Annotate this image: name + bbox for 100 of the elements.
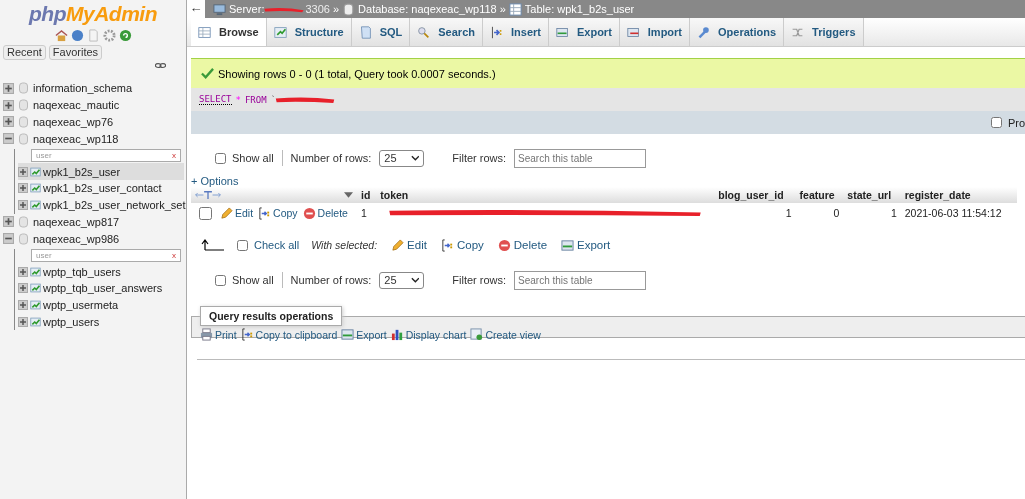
table-item[interactable]: wpk1_b2s_user_contact <box>18 180 184 197</box>
clear-button[interactable]: x <box>172 251 176 261</box>
delete-link[interactable]: Delete <box>302 206 348 220</box>
checkbox[interactable] <box>199 206 212 220</box>
table-item[interactable]: wptp_tqb_users <box>18 263 184 280</box>
table-name[interactable]: wptp_users <box>43 315 100 328</box>
sql-icon <box>358 25 372 39</box>
table-item[interactable]: wpk1_b2s_user_network_set <box>18 196 186 214</box>
delete-link[interactable]: Delete <box>497 238 548 252</box>
expand-icon[interactable] <box>18 183 28 194</box>
rows-select[interactable]: 25 <box>379 271 425 289</box>
table-name[interactable]: wpk1_b2s_user_contact <box>43 182 162 195</box>
sidebar-tab[interactable]: Favorites <box>48 45 103 60</box>
export-icon <box>341 328 355 341</box>
copy-link[interactable]: Copy to clipboard <box>240 328 338 341</box>
table-link[interactable]: Table: wpk1_b2s_user <box>524 3 635 15</box>
tab[interactable]: Operations <box>690 18 785 46</box>
check-icon <box>201 67 214 80</box>
expand-icon[interactable] <box>18 266 28 277</box>
arrow-icon <box>201 239 225 251</box>
tab[interactable]: Import <box>619 18 691 46</box>
table-item[interactable]: wptp_tqb_user_answers <box>18 279 184 297</box>
settings-icon[interactable] <box>102 29 116 42</box>
search-icon <box>417 25 431 39</box>
edit-link[interactable]: Edit <box>391 238 427 252</box>
expand-icon[interactable] <box>3 82 14 94</box>
copy-link[interactable]: Copy <box>440 238 484 252</box>
tab[interactable]: Insert <box>483 18 549 46</box>
collapse-icon[interactable] <box>3 133 14 145</box>
options-link[interactable]: + Options <box>191 175 239 187</box>
database-item[interactable]: naqexeac_wp118 <box>33 132 119 145</box>
filter-field[interactable]: user x <box>31 149 181 163</box>
search-field[interactable]: Search this table <box>514 270 647 290</box>
table-name[interactable]: wpk1_b2s_user <box>43 165 121 178</box>
edit-link[interactable]: Edit <box>220 206 254 220</box>
sidebar-tab[interactable]: Recent <box>3 45 46 60</box>
column-header[interactable]: register_date <box>900 187 1017 203</box>
table-icon <box>30 182 41 195</box>
checkbox[interactable] <box>990 117 1002 128</box>
tab[interactable]: Structure <box>266 18 352 46</box>
display-chart-link[interactable]: Display chart <box>390 328 467 341</box>
clear-button[interactable]: x <box>172 151 176 161</box>
tab[interactable]: SQL <box>351 18 411 46</box>
tab[interactable]: Search <box>410 18 483 46</box>
rows-select[interactable]: 25 <box>379 149 425 167</box>
expand-icon[interactable] <box>3 99 14 111</box>
table-name[interactable]: wptp_tqb_users <box>43 265 121 278</box>
copy-icon <box>240 328 254 341</box>
tab[interactable]: Triggers <box>784 18 864 46</box>
table-item[interactable]: wptp_usermeta <box>18 296 184 314</box>
database-item[interactable]: naqexeac_mautic <box>33 99 120 112</box>
separator: » <box>499 3 506 15</box>
check-all-label[interactable]: Check all <box>254 239 300 251</box>
table-icon <box>30 199 41 212</box>
resize-arrows-icon[interactable] <box>195 190 221 200</box>
table-name[interactable]: wptp_tqb_user_answers <box>43 282 163 295</box>
database-item[interactable]: information_schema <box>33 82 133 95</box>
column-header[interactable]: id <box>357 187 377 203</box>
logo[interactable]: phpMyAdmin <box>0 0 186 27</box>
checkbox[interactable] <box>237 239 248 251</box>
export-link[interactable]: Export <box>561 238 611 252</box>
collapse-icon[interactable] <box>3 233 14 245</box>
database-item[interactable]: naqexeac_wp817 <box>33 215 120 228</box>
table-name[interactable]: wpk1_b2s_user_network_set <box>43 199 186 212</box>
home-icon[interactable] <box>54 29 68 42</box>
column-header[interactable]: feature <box>795 187 844 203</box>
database-item[interactable]: naqexeac_wp76 <box>33 116 114 128</box>
expand-icon[interactable] <box>18 283 28 294</box>
database-item[interactable]: naqexeac_wp986 <box>33 232 120 245</box>
column-header[interactable]: blog_user_id <box>714 187 796 203</box>
delete-icon <box>302 206 316 220</box>
copy-link[interactable]: Copy <box>258 206 298 220</box>
reload-icon[interactable] <box>118 29 132 42</box>
tab[interactable]: Browse <box>191 18 267 46</box>
table-item[interactable]: wpk1_b2s_user <box>18 163 184 180</box>
column-header[interactable]: token <box>376 187 715 203</box>
export-link[interactable]: Export <box>341 328 387 341</box>
sql-keyword[interactable]: SELECT <box>199 94 232 105</box>
print-link[interactable]: Print <box>200 328 237 341</box>
checkbox[interactable] <box>215 274 226 286</box>
expand-icon[interactable] <box>3 116 14 128</box>
filter-field[interactable]: user x <box>31 249 181 263</box>
tab[interactable]: Export <box>548 18 620 46</box>
expand-icon[interactable] <box>18 316 28 327</box>
table-name[interactable]: wptp_usermeta <box>43 299 119 312</box>
export-icon <box>561 238 575 252</box>
link-icon[interactable] <box>155 62 166 69</box>
expand-icon[interactable] <box>3 216 14 228</box>
expand-icon[interactable] <box>18 300 28 311</box>
expand-icon[interactable] <box>18 200 28 211</box>
sort-dropdown-icon[interactable] <box>344 192 353 198</box>
database-link[interactable]: Database: naqexeac_wp118 <box>358 3 497 15</box>
back-button[interactable]: ← <box>187 0 205 18</box>
table-item[interactable]: wptp_users <box>18 313 184 331</box>
checkbox[interactable] <box>215 152 226 164</box>
expand-icon[interactable] <box>18 166 28 177</box>
create-view-link[interactable]: Create view <box>470 328 541 341</box>
column-header[interactable]: state_url <box>843 187 901 203</box>
server-link[interactable]: Server: <box>229 3 265 15</box>
search-field[interactable]: Search this table <box>514 148 647 168</box>
